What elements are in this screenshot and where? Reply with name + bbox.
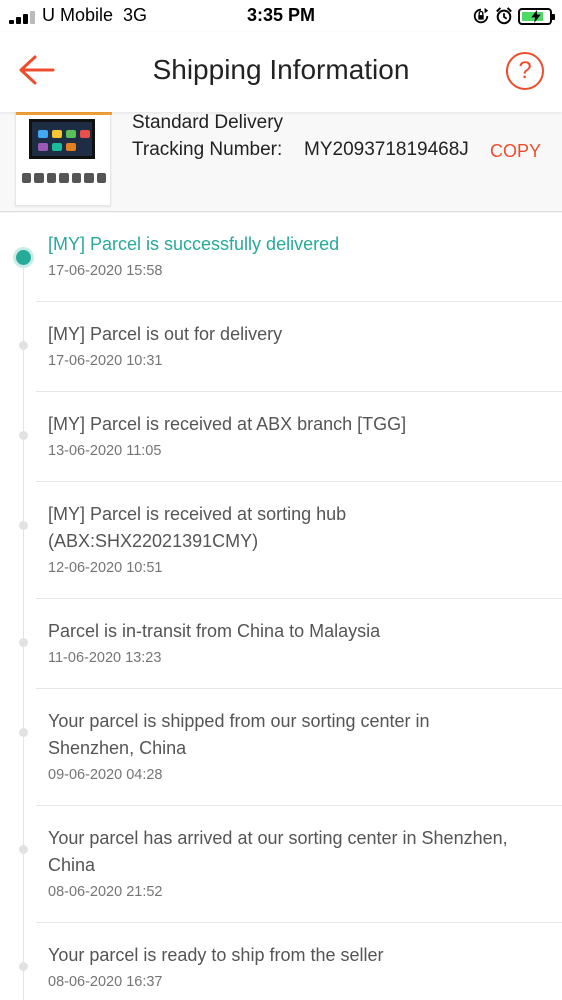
- event-message: [MY] Parcel is received at ABX branch [T…: [48, 414, 407, 434]
- copy-button[interactable]: COPY: [490, 141, 541, 162]
- event-divider: [36, 481, 562, 482]
- timeline-dot: [19, 521, 28, 530]
- timeline-dot: [19, 962, 28, 971]
- event-time: 17-06-2020 15:58: [48, 263, 163, 279]
- app-header: Shipping Information ?: [0, 32, 562, 112]
- timeline-dot: [19, 728, 28, 737]
- event-message: [MY] Parcel is successfully delivered: [48, 234, 340, 254]
- status-bar: U Mobile 3G 3:35 PM: [0, 0, 562, 32]
- timeline-dot: [19, 845, 28, 854]
- event-divider: [36, 688, 562, 689]
- tracking-timeline: [MY] Parcel is successfully delivered 17…: [0, 213, 562, 1000]
- event-divider: [36, 301, 562, 302]
- event-message: [MY] Parcel is received at sorting hub (…: [48, 504, 347, 551]
- timeline-dot: [19, 341, 28, 350]
- event-divider: [36, 391, 562, 392]
- event-message: Your parcel is shipped from our sorting …: [48, 711, 430, 758]
- product-thumbnail[interactable]: [15, 112, 112, 206]
- timeline-line: [23, 257, 24, 1000]
- rotation-lock-icon: [473, 7, 489, 24]
- event-message: Parcel is in-transit from China to Malay…: [48, 621, 381, 641]
- event-time: 08-06-2020 21:52: [48, 884, 163, 900]
- tracking-number: MY209371819468J: [304, 139, 469, 160]
- tracking-label: Tracking Number:: [132, 139, 283, 160]
- event-time: 08-06-2020 16:37: [48, 974, 163, 990]
- event-message: [MY] Parcel is out for delivery: [48, 324, 283, 344]
- page-title: Shipping Information: [152, 54, 410, 85]
- event-time: 11-06-2020 13:23: [48, 650, 162, 666]
- event-time: 17-06-2020 10:31: [48, 353, 163, 369]
- battery-charging-icon: [518, 7, 555, 25]
- event-time: 09-06-2020 04:28: [48, 767, 163, 783]
- event-divider: [36, 805, 562, 806]
- delivery-type: Standard Delivery: [132, 112, 284, 133]
- timeline-dot: [19, 431, 28, 440]
- event-time: 13-06-2020 11:05: [48, 443, 162, 459]
- help-button[interactable]: ?: [506, 52, 544, 90]
- event-divider: [36, 598, 562, 599]
- status-icons: [472, 5, 555, 27]
- order-summary: Standard Delivery Tracking Number: MY209…: [0, 112, 562, 212]
- alarm-icon: [496, 7, 512, 25]
- event-time: 12-06-2020 10:51: [48, 560, 163, 576]
- event-message: Your parcel has arrived at our sorting c…: [48, 828, 508, 875]
- timeline-dot: [19, 638, 28, 647]
- event-message: Your parcel is ready to ship from the se…: [48, 945, 384, 965]
- event-divider: [36, 922, 562, 923]
- timeline-dot-active: [16, 250, 31, 265]
